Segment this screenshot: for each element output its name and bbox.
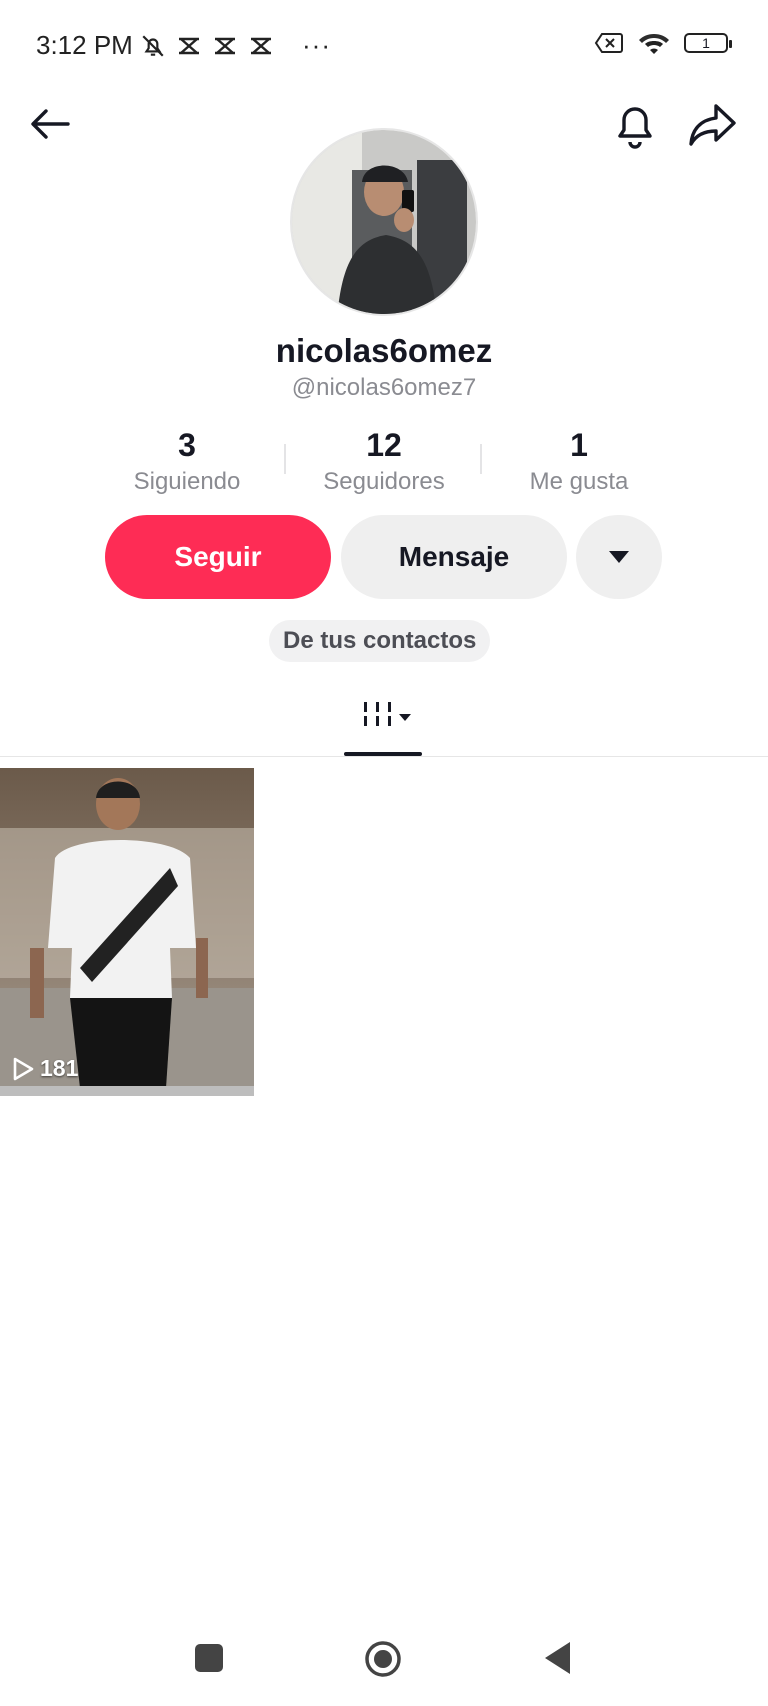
home-circle-icon[interactable] (364, 1640, 402, 1678)
suggested-accounts-button[interactable] (576, 515, 662, 599)
play-icon (13, 1057, 34, 1080)
bell-icon (618, 107, 652, 149)
stat-followers[interactable]: 12 Seguidores (284, 426, 484, 496)
play-count: 181 (12, 1055, 78, 1082)
stat-value: 1 (570, 427, 588, 463)
follow-button[interactable]: Seguir (105, 515, 331, 599)
more-notifications-indicator: ··· (302, 30, 331, 60)
status-icons-right: 1 (594, 30, 732, 56)
stat-label: Siguiendo (133, 468, 241, 495)
capcut-icon (179, 37, 199, 54)
share-button[interactable] (686, 98, 740, 150)
recents-square-icon[interactable] (195, 1644, 223, 1672)
back-arrow-icon (31, 109, 70, 139)
stat-value: 12 (366, 427, 402, 463)
bell-off-icon (142, 34, 164, 57)
avatar-photo (292, 130, 476, 314)
stat-label: Seguidores (323, 468, 445, 495)
capcut-icon (251, 37, 271, 54)
battery-level: 1 (702, 35, 710, 51)
stat-following[interactable]: 3 Siguiendo (87, 426, 287, 496)
video-thumbnail-image (0, 768, 254, 1096)
tab-divider (0, 756, 768, 757)
no-sim-icon (594, 33, 623, 53)
tab-videos[interactable] (344, 690, 422, 754)
wifi-icon (639, 34, 669, 54)
profile-avatar[interactable] (290, 128, 478, 316)
display-name: nicolas6omez (275, 332, 493, 369)
caret-down-icon (609, 551, 629, 563)
status-time: 3:12 PM (36, 30, 133, 60)
username-handle: @nicolas6omez7 (291, 374, 477, 401)
status-icons-left: ··· (140, 30, 331, 61)
video-thumbnail[interactable]: 181 (0, 768, 254, 1096)
videos-grid-icon (364, 702, 411, 726)
contacts-badge: De tus contactos (269, 620, 491, 662)
notifications-button[interactable] (610, 98, 660, 150)
back-triangle-icon[interactable] (542, 1640, 572, 1676)
share-icon (689, 104, 736, 146)
stat-label: Me gusta (529, 468, 629, 495)
stat-value: 3 (178, 427, 196, 463)
play-count-value: 181 (40, 1055, 79, 1081)
back-button[interactable] (26, 100, 76, 150)
battery-icon: 1 (684, 33, 732, 53)
message-button[interactable]: Mensaje (341, 515, 567, 599)
capcut-icon (215, 37, 235, 54)
stat-likes[interactable]: 1 Me gusta (479, 426, 679, 496)
